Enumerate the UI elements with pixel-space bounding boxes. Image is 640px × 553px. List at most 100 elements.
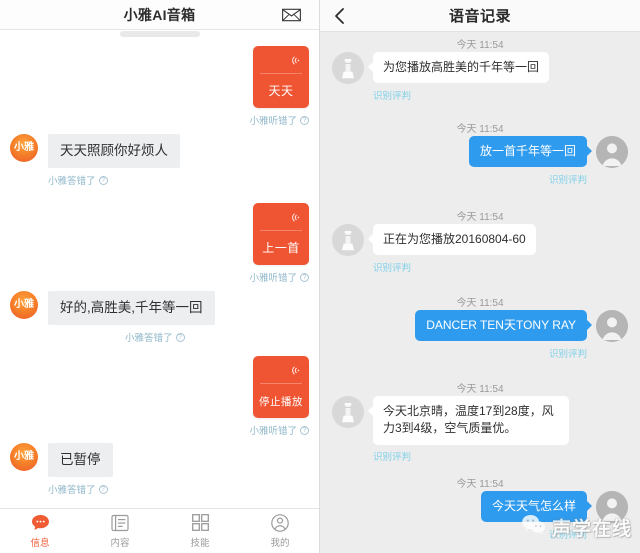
- list-item[interactable]: 正在为您播放20160804-60 识别评判: [332, 224, 628, 274]
- grid-icon: [191, 513, 209, 532]
- help-icon[interactable]: ?: [300, 425, 309, 435]
- voice-command-card[interactable]: 上一首: [253, 203, 309, 265]
- chevron-left-icon[interactable]: [332, 6, 348, 26]
- list-item[interactable]: 今天天气怎么样 识别评判: [332, 491, 628, 541]
- voice-command-card[interactable]: 天天: [253, 46, 309, 108]
- timestamp: 今天 11:54: [456, 124, 504, 135]
- right-header: 语音记录: [320, 0, 640, 32]
- user-avatar-icon: [596, 136, 628, 168]
- message-bubble: 今天天气怎么样: [480, 491, 593, 523]
- voice-wave-icon: [290, 363, 301, 381]
- avatar-label: 小雅: [14, 451, 34, 462]
- status-note-label: 小雅答错了: [48, 485, 96, 497]
- message-bubble: 为您播放高胜美的千年等一回: [367, 52, 550, 84]
- recognition-review-link[interactable]: 识别评判: [373, 449, 411, 463]
- app-screen: 小雅AI音箱 天天 小雅听错了 ? 小雅 天天照顾你好烦人 小雅答错了 ? 上一…: [0, 0, 640, 553]
- message-bubble: 已暂停: [48, 443, 113, 478]
- list-item[interactable]: 为您播放高胜美的千年等一回 识别评判: [332, 52, 628, 102]
- status-note[interactable]: 小雅听错了 ?: [249, 423, 309, 437]
- message-bubble: 正在为您播放20160804-60: [368, 224, 536, 256]
- chat-bubble-icon: [31, 513, 50, 532]
- avatar-label: 小雅: [14, 142, 34, 153]
- bottom-tab-bar: 信息 内容 技能 我的: [0, 508, 319, 553]
- tab-mine[interactable]: 我的: [240, 509, 319, 553]
- status-note[interactable]: 小雅听错了 ?: [249, 113, 309, 127]
- tab-messages[interactable]: 信息: [0, 509, 80, 553]
- tab-indicator: [120, 31, 200, 37]
- envelope-icon[interactable]: [282, 8, 301, 21]
- person-icon: [271, 513, 289, 532]
- voice-wave-icon: [290, 210, 301, 228]
- list-item[interactable]: 小雅 好的,高胜美,千年等一回 小雅答错了 ?: [0, 291, 319, 346]
- timestamp: 今天 11:54: [456, 384, 504, 395]
- list-item[interactable]: 小雅 已暂停 小雅答错了 ?: [0, 443, 319, 498]
- recognition-review-link[interactable]: 识别评判: [373, 88, 411, 102]
- avatar: 小雅: [10, 291, 38, 319]
- status-note-label: 小雅听错了: [249, 426, 297, 437]
- tab-label: 技能: [190, 538, 210, 549]
- message-bubble: 放一首千年等一回: [468, 136, 593, 168]
- speaker-device-icon: [332, 52, 364, 84]
- recognition-review-link[interactable]: 识别评判: [373, 260, 411, 274]
- list-item[interactable]: 上一首 小雅听错了 ?: [0, 203, 319, 284]
- help-icon[interactable]: ?: [98, 175, 108, 185]
- document-icon: [111, 513, 129, 532]
- recognition-review-link[interactable]: 识别评判: [549, 527, 587, 541]
- status-note-label: 小雅答错了: [125, 333, 173, 345]
- card-divider: [260, 230, 302, 231]
- status-note[interactable]: 小雅答错了 ?: [125, 330, 185, 344]
- right-message-list[interactable]: 今天 11:54 为您播放高胜美的千年等一回 识别评判 今天 11:54 放一首…: [320, 32, 640, 553]
- voice-command-text: 天天: [268, 84, 294, 98]
- avatar: 小雅: [10, 443, 38, 471]
- list-item[interactable]: 小雅 天天照顾你好烦人 小雅答错了 ?: [0, 134, 319, 189]
- timestamp: 今天 11:54: [456, 298, 504, 309]
- status-note-label: 小雅听错了: [249, 116, 297, 127]
- timestamp: 今天 11:54: [456, 479, 504, 490]
- list-item[interactable]: 天天 小雅听错了 ?: [0, 46, 319, 127]
- left-pane-messages: 小雅AI音箱 天天 小雅听错了 ? 小雅 天天照顾你好烦人 小雅答错了 ? 上一…: [0, 0, 320, 553]
- page-title: 小雅AI音箱: [123, 6, 196, 23]
- list-item[interactable]: 放一首千年等一回 识别评判: [332, 136, 628, 186]
- avatar-label: 小雅: [14, 299, 34, 310]
- avatar: 小雅: [10, 134, 38, 162]
- voice-wave-icon: [290, 53, 301, 71]
- speaker-device-icon: [332, 224, 364, 256]
- message-bubble: 今天北京晴，温度17到28度，风力3到4级，空气质量优。: [368, 396, 569, 445]
- page-title: 语音记录: [448, 8, 511, 25]
- status-note-label: 小雅听错了: [249, 273, 297, 284]
- timestamp: 今天 11:54: [456, 40, 504, 51]
- status-note-label: 小雅答错了: [48, 176, 96, 188]
- status-note[interactable]: 小雅听错了 ?: [249, 270, 309, 284]
- speaker-device-icon: [332, 396, 364, 428]
- status-note[interactable]: 小雅答错了 ?: [48, 482, 108, 496]
- tab-label: 我的: [270, 538, 290, 549]
- left-header: 小雅AI音箱: [0, 0, 319, 30]
- message-bubble: DANCER TEN天TONY RAY: [415, 310, 592, 342]
- recognition-review-link[interactable]: 识别评判: [549, 172, 587, 186]
- user-avatar-icon: [596, 491, 628, 523]
- list-item[interactable]: 今天北京晴，温度17到28度，风力3到4级，空气质量优。 识别评判: [332, 396, 628, 463]
- user-avatar-icon: [596, 310, 628, 342]
- timestamp: 今天 11:54: [456, 212, 504, 223]
- right-pane-voice-records: 语音记录 今天 11:54 为您播放高胜美的千年等一回 识别评判 今天 11:5…: [320, 0, 640, 553]
- list-item[interactable]: 停止播放 小雅听错了 ?: [0, 356, 319, 437]
- list-item[interactable]: DANCER TEN天TONY RAY 识别评判: [332, 310, 628, 360]
- tab-label: 信息: [30, 538, 50, 549]
- message-bubble: 好的,高胜美,千年等一回: [48, 291, 215, 326]
- tab-skills[interactable]: 技能: [160, 509, 240, 553]
- voice-command-text: 上一首: [262, 241, 300, 255]
- tab-label: 内容: [110, 538, 130, 549]
- card-divider: [260, 383, 302, 384]
- help-icon[interactable]: ?: [175, 332, 185, 342]
- recognition-review-link[interactable]: 识别评判: [549, 346, 587, 360]
- help-icon[interactable]: ?: [300, 115, 309, 125]
- left-message-list[interactable]: 天天 小雅听错了 ? 小雅 天天照顾你好烦人 小雅答错了 ? 上一首 小雅听错了…: [0, 38, 319, 508]
- voice-command-card[interactable]: 停止播放: [253, 356, 309, 418]
- message-bubble: 天天照顾你好烦人: [48, 134, 180, 169]
- help-icon[interactable]: ?: [98, 484, 108, 494]
- status-note[interactable]: 小雅答错了 ?: [48, 173, 108, 187]
- tab-content[interactable]: 内容: [80, 509, 160, 553]
- card-divider: [260, 73, 302, 74]
- voice-command-text: 停止播放: [259, 396, 303, 408]
- help-icon[interactable]: ?: [300, 272, 309, 282]
